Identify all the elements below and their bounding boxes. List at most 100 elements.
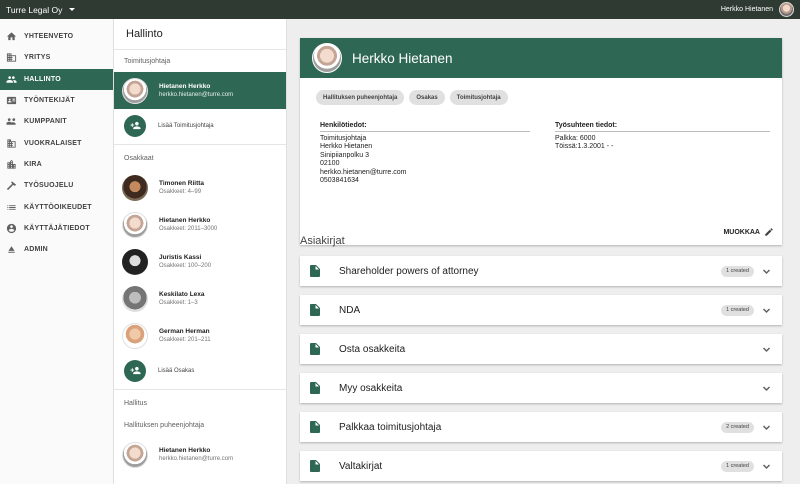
info-line: Sinipiianpolku 3 [320, 151, 370, 159]
nav-item-label: YRITYS [24, 54, 51, 62]
avatar [122, 248, 148, 275]
nav-item-kira[interactable]: KIRA [0, 154, 113, 175]
avatar [122, 174, 148, 201]
nav-item-kumppanit[interactable]: KUMPPANIT [0, 111, 113, 132]
left-navigation: YHTEENVETO YRITYS HALLINTO TYÖNTEKIJÄT K… [0, 19, 114, 484]
nav-item-label: KÄYTTÄJÄTIEDOT [24, 224, 90, 232]
divider [114, 389, 286, 390]
personal-info-title: Henkilötiedot: [320, 122, 530, 132]
nav-item-label: VUOKRALAISET [24, 139, 82, 147]
created-badge: 1 created [721, 304, 754, 316]
personal-info: Henkilötiedot: Toimitusjohtaja Herkko Hi… [320, 122, 530, 185]
info-line: 0503841634 [320, 177, 359, 185]
divider [114, 144, 286, 145]
list-item-owner[interactable]: Hietanen Herkko Osakkeet: 2011–3000 [114, 206, 286, 243]
nav-item-tyontekijat[interactable]: TYÖNTEKIJÄT [0, 90, 113, 111]
company-selector[interactable]: Turre Legal Oy [6, 4, 76, 15]
info-line: Toimitusjohtaja [320, 135, 367, 142]
list-item-owner[interactable]: German Herman Osakkeet: 201–211 [114, 317, 286, 354]
info-line: Herkko Hietanen [320, 143, 373, 151]
main-content: Herkko Hietanen Hallituksen puheenjohtaj… [288, 19, 800, 484]
role-chip: Hallituksen puheenjohtaja [316, 90, 405, 105]
section-label-ceo: Toimitusjohtaja [124, 57, 171, 65]
edit-button[interactable]: MUOKKAA [723, 227, 774, 237]
edit-label: MUOKKAA [723, 228, 760, 236]
document-row[interactable]: Osta osakkeita [300, 334, 782, 364]
documents-title: Asiakirjat [300, 235, 345, 247]
document-name: Myy osakkeita [339, 382, 403, 394]
add-owner-row[interactable]: Lisää Osakas [114, 354, 286, 387]
avatar [122, 285, 148, 312]
avatar [122, 211, 148, 238]
person-name: Timonen Riitta [159, 180, 205, 187]
document-icon [310, 343, 320, 355]
role-chips: Hallituksen puheenjohtaja Osakas Toimitu… [300, 78, 782, 105]
nav-item-yhteenveto[interactable]: YHTEENVETO [0, 26, 113, 47]
nav-item-label: HALLINTO [24, 75, 61, 83]
list-icon [5, 201, 17, 213]
top-app-bar: Turre Legal Oy Herkko Hietanen [0, 0, 800, 19]
nav-item-hallinto[interactable]: HALLINTO [0, 68, 113, 90]
nav-item-kayttajatiedot[interactable]: KÄYTTÄJÄTIEDOT [0, 218, 113, 239]
nav-item-vuokralaiset[interactable]: VUOKRALAISET [0, 132, 113, 153]
document-icon [310, 304, 320, 316]
nav-item-yritys[interactable]: YRITYS [0, 47, 113, 68]
nav-item-label: KUMPPANIT [24, 118, 67, 126]
avatar [312, 43, 342, 73]
list-item-owner[interactable]: Keskilato Lexa Osakkeet: 1–3 [114, 280, 286, 317]
business-icon [5, 137, 17, 149]
account-icon [5, 222, 17, 234]
role-chip: Osakas [409, 90, 445, 105]
person-chair[interactable]: Hietanen Herkko herkko.hietanen@turre.co… [114, 436, 286, 473]
created-badge: 1 created [721, 265, 754, 277]
person-detail-card: Herkko Hietanen Hallituksen puheenjohtaj… [300, 38, 782, 245]
section-label-board: Hallitus [124, 399, 147, 407]
list-item-owner[interactable]: Juristis Kassi Osakkeet: 100–200 [114, 243, 286, 280]
add-ceo-row[interactable]: Lisää Toimitusjohtaja [114, 109, 286, 142]
section-label-owners: Osakkaat [124, 154, 154, 162]
badge-icon [5, 95, 17, 107]
person-email: herkko.hietanen@turre.com [159, 456, 234, 462]
add-ceo-label: Lisää Toimitusjohtaja [158, 122, 214, 129]
section-label-chair: Hallituksen puheenjohtaja [124, 421, 205, 429]
chevron-down-icon[interactable] [760, 421, 772, 433]
nav-item-tyosuojelu[interactable]: TYÖSUOJELU [0, 175, 113, 196]
nav-item-label: KIRA [24, 160, 42, 168]
document-name: Palkkaa toimitusjohtaja [339, 421, 442, 433]
document-row[interactable]: NDA 1 created [300, 295, 782, 325]
document-row[interactable]: Palkkaa toimitusjohtaja 2 created [300, 412, 782, 442]
person-name: Hietanen Herkko [159, 447, 211, 454]
panel-title: Hallinto [114, 19, 286, 50]
card-header: Herkko Hietanen [300, 38, 782, 78]
add-person-icon[interactable] [124, 359, 146, 382]
document-icon [310, 421, 320, 433]
document-row[interactable]: Myy osakkeita [300, 373, 782, 403]
home-icon [5, 31, 17, 43]
chevron-down-icon[interactable] [760, 304, 772, 316]
person-ceo[interactable]: Hietanen Herkko herkko.hietanen@turre.co… [114, 72, 286, 109]
person-name: Keskilato Lexa [159, 291, 205, 298]
info-line: Palkka: 6000 [555, 135, 596, 142]
nav-item-admin[interactable]: ADMIN [0, 239, 113, 260]
company-name: Turre Legal Oy [6, 4, 63, 15]
nav-item-kayttooikeudet[interactable]: KÄYTTÖOIKEUDET [0, 196, 113, 217]
person-shares: Osakkeet: 1–3 [159, 300, 198, 306]
person-name: Hietanen Herkko [159, 83, 211, 90]
current-user-name[interactable]: Herkko Hietanen [721, 6, 773, 13]
document-name: NDA [339, 304, 361, 316]
user-avatar[interactable] [779, 2, 794, 17]
chevron-down-icon[interactable] [760, 343, 772, 355]
list-item-owner[interactable]: Timonen Riitta Osakkeet: 4–99 [114, 169, 286, 206]
document-icon [310, 460, 320, 472]
nav-item-label: YHTEENVETO [24, 33, 74, 41]
add-person-icon[interactable] [124, 114, 146, 137]
add-owner-label: Lisää Osakas [158, 367, 195, 374]
chevron-down-icon[interactable] [760, 265, 772, 277]
role-chip: Toimitusjohtaja [449, 90, 508, 105]
employment-info: Työsuhteen tiedot: Palkka: 6000 Töissä:1… [555, 122, 770, 152]
document-row[interactable]: Valtakirjat 1 created [300, 451, 782, 481]
document-row[interactable]: Shareholder powers of attorney 1 created [300, 256, 782, 286]
chevron-down-icon[interactable] [760, 460, 772, 472]
person-name: Hietanen Herkko [159, 217, 211, 224]
chevron-down-icon[interactable] [760, 382, 772, 394]
